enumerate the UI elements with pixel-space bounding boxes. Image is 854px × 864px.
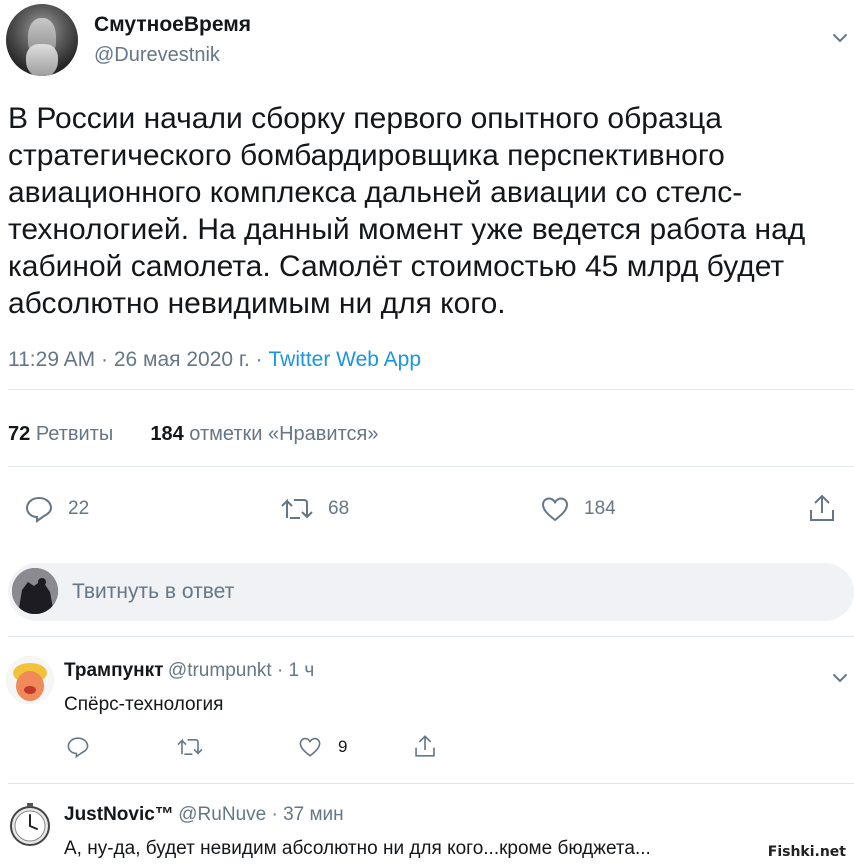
comment-header: JustNovic™ @RuNuve · 37 мин [64,804,344,826]
tweet-source-link[interactable]: Twitter Web App [269,348,422,371]
watermark: Fishki.net [765,844,848,860]
comment-author-handle[interactable]: @RuNuve · 37 мин [178,804,343,825]
retweet-icon [177,738,203,755]
reply-count: 22 [68,498,90,519]
comment-author-name[interactable]: JustNovic™ [64,804,174,825]
comment-like-count: 9 [338,737,348,756]
divider [8,466,854,467]
comment-text: Спёрс-технология [64,694,224,715]
comment-avatar[interactable] [6,800,54,848]
comment-avatar[interactable] [6,656,54,704]
reply-icon [67,737,89,759]
tweet-text: В России начали сборку первого опытного … [8,102,806,320]
likes-count: 184 [150,423,184,445]
share-button[interactable] [806,492,838,524]
retweet-icon [281,498,313,519]
retweets-count: 72 [8,423,31,445]
chevron-down-icon[interactable] [832,30,848,46]
avatar-beard [26,44,58,76]
author-avatar[interactable] [6,4,78,76]
likes-label: отметки «Нравится» [189,423,379,445]
divider [8,636,854,637]
retweet-count: 68 [328,498,350,519]
retweets-stat[interactable]: 72 Ретвиты [8,423,113,445]
heart-icon [299,737,321,757]
reply-icon [25,496,53,523]
like-button[interactable]: 184 [540,494,616,524]
divider [8,389,854,390]
comment-retweet-button[interactable] [176,735,220,759]
tweet-meta: 11:29 AM · 26 мая 2020 г. · Twitter Web … [8,348,421,372]
chevron-down-icon[interactable] [832,670,848,686]
comment-header: Трампункт @trumpunkt · 1 ч [64,660,314,682]
heart-icon [541,497,569,522]
comment-reply-button[interactable] [66,735,106,759]
comment-author-name[interactable]: Трампункт [64,660,163,681]
share-icon [415,735,435,757]
likes-stat[interactable]: 184 отметки «Нравится» [150,423,378,445]
tweet-stats: 72 Ретвиты 184 отметки «Нравится» [8,423,379,446]
comment-like-button[interactable]: 9 [298,735,347,759]
reply-input-placeholder[interactable]: Твитнуть в ответ [72,580,234,604]
like-count: 184 [584,498,616,519]
user-avatar[interactable] [12,568,58,614]
retweet-button[interactable]: 68 [280,494,349,524]
author-handle[interactable]: @Durevestnik [94,44,220,67]
comment-author-handle[interactable]: @trumpunkt · 1 ч [168,660,314,681]
tweet-time[interactable]: 11:29 AM · 26 мая 2020 г. · [8,348,269,371]
retweets-label: Ретвиты [35,423,114,445]
reply-button[interactable]: 22 [24,494,89,524]
comment-text: А, ну-да, будет невидим абсолютно ни для… [64,838,651,859]
share-icon [810,494,834,521]
author-name[interactable]: СмутноеВремя [94,13,251,37]
divider [8,783,854,784]
comment-share-button[interactable] [412,733,438,759]
